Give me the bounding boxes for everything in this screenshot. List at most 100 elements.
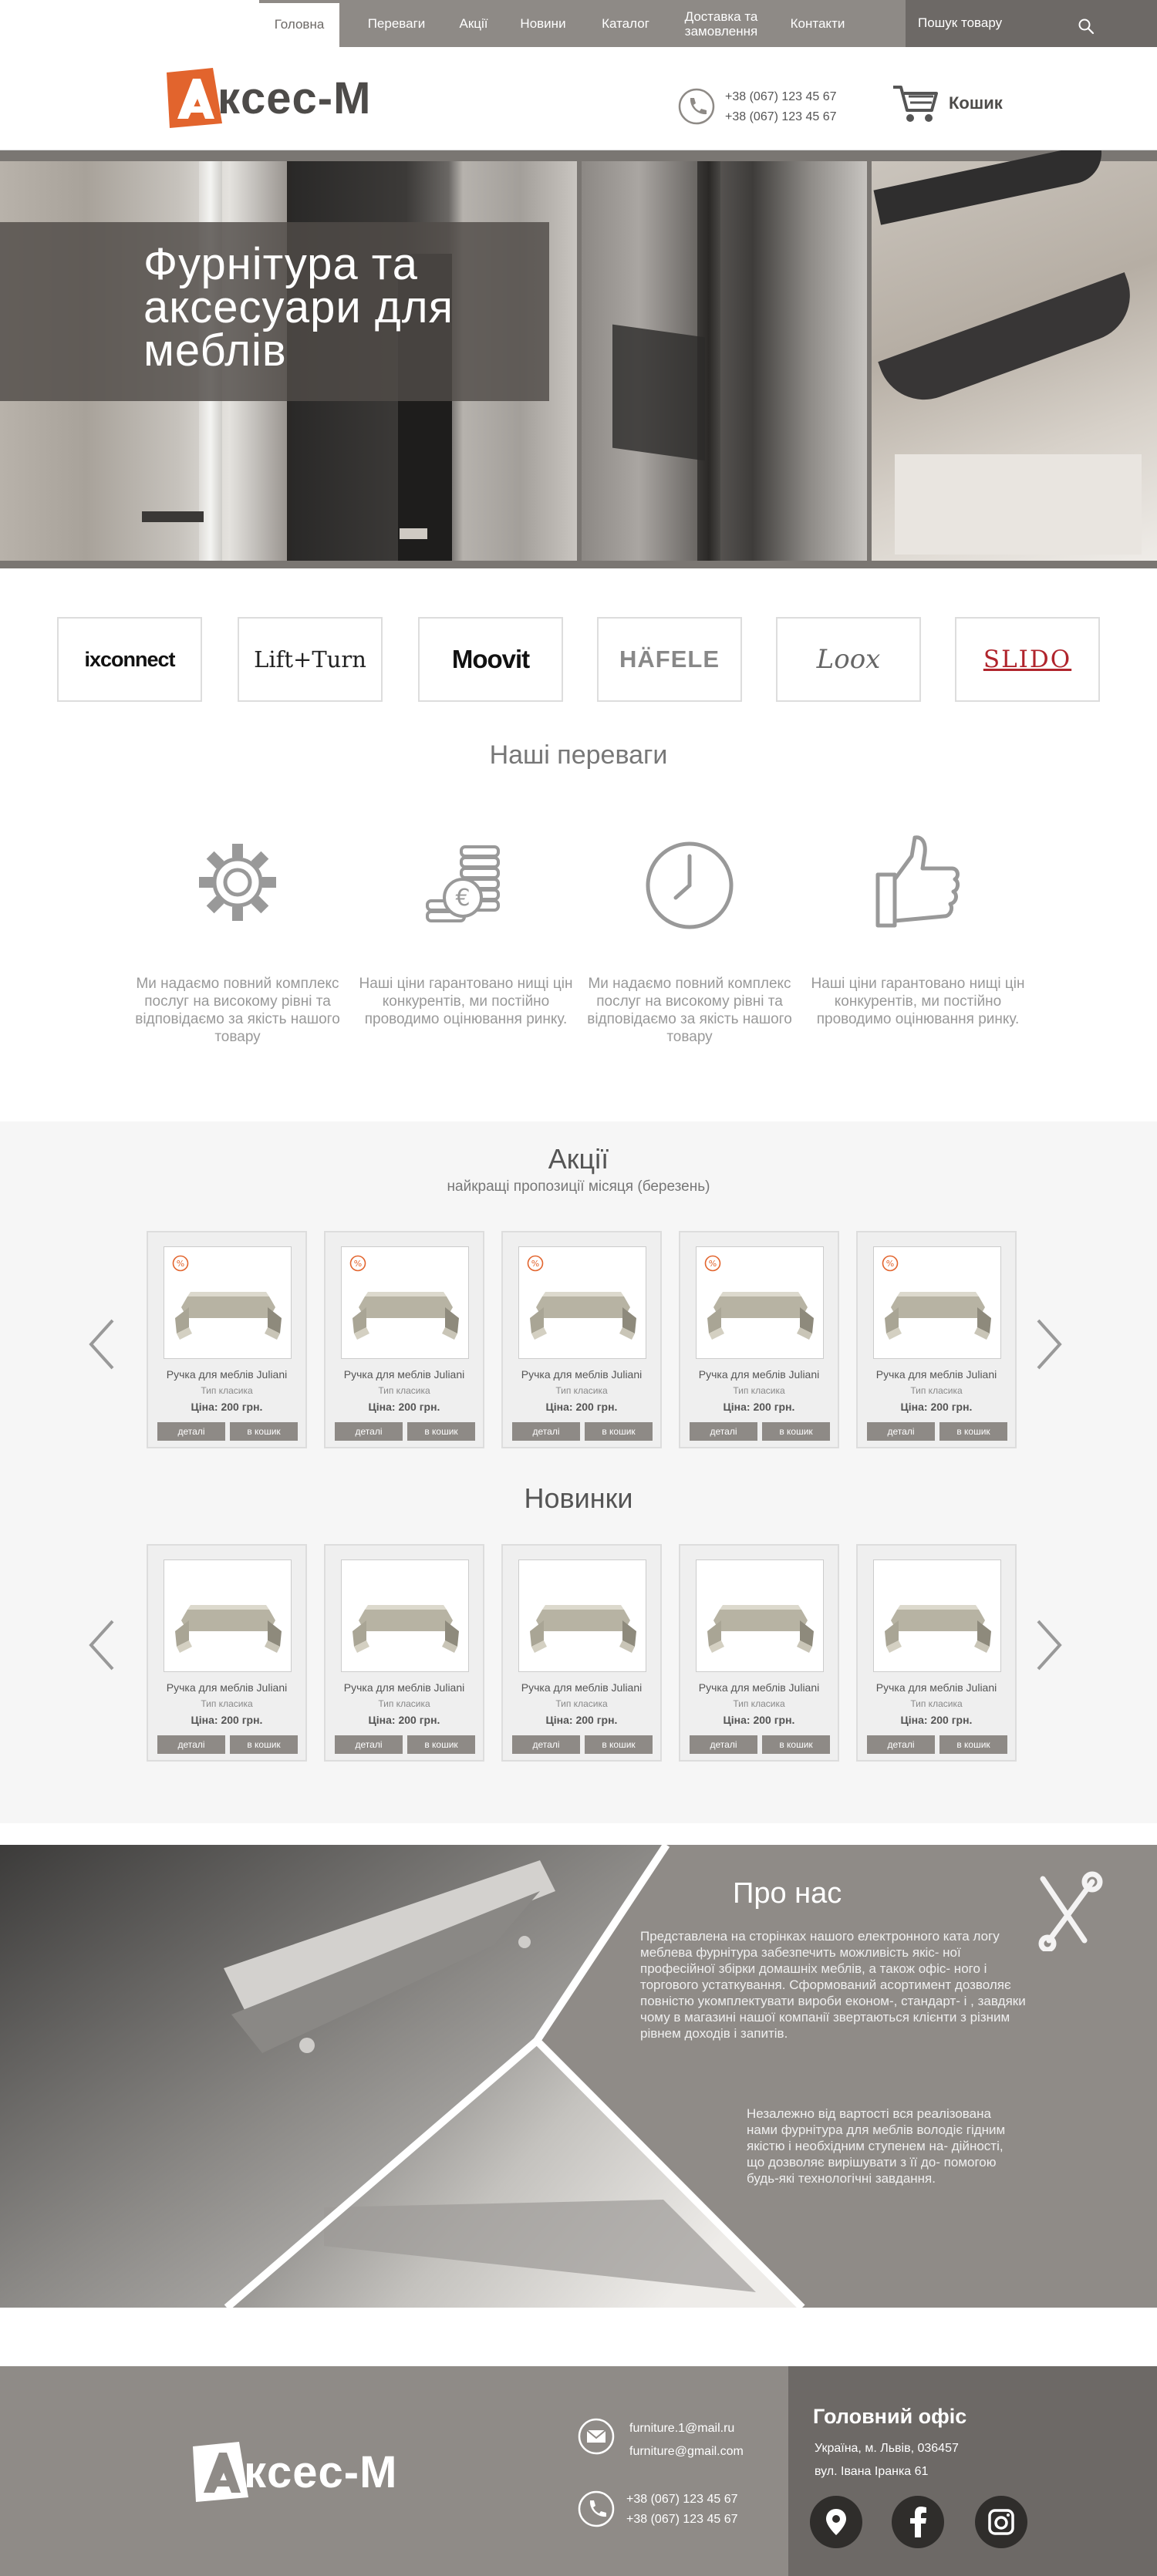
footer-logo-text: кcеc-M (244, 2446, 398, 2497)
product-type: Тип класика (733, 1385, 785, 1396)
logo-text: кcеc-M (218, 72, 372, 123)
news-prev-arrow-icon[interactable] (86, 1618, 117, 1672)
news-next-arrow-icon[interactable] (1034, 1618, 1064, 1672)
add-to-cart-button[interactable]: в кошик (939, 1422, 1007, 1441)
footer-phone-1[interactable]: +38 (067) 123 45 67 (626, 2490, 738, 2510)
brand-lift-turn-label: Lift+Turn (254, 646, 366, 673)
product-name[interactable]: Ручка для меблів Juliani (503, 1681, 660, 1694)
instagram-button[interactable] (975, 2496, 1027, 2548)
footer-email-1[interactable]: furniture.1@mail.ru (629, 2417, 744, 2440)
news-product-card[interactable]: Ручка для меблів Juliani Тип класика Ціна:… (679, 1544, 839, 1762)
product-image[interactable]: % (873, 1246, 1001, 1359)
news-product-card[interactable]: Ручка для меблів Juliani Тип класика Ціна:… (501, 1544, 662, 1762)
product-type: Тип класика (201, 1385, 253, 1396)
product-price: Ціна: 200 грн. (723, 1714, 795, 1726)
facebook-button[interactable] (892, 2496, 944, 2548)
hero-title: Фурнітура та аксесуари для меблів (143, 239, 454, 376)
sales-next-arrow-icon[interactable] (1034, 1317, 1064, 1371)
site-logo[interactable]: кcеc-M (167, 67, 371, 129)
brand-ixconnect[interactable]: ixconnect (57, 617, 202, 702)
product-name[interactable]: Ручка для меблів Juliani (503, 1368, 660, 1381)
news-product-card[interactable]: Ручка для меблів Juliani Тип класика Ціна:… (147, 1544, 307, 1762)
discount-badge-icon: % (172, 1255, 189, 1272)
product-details-button[interactable]: деталі (690, 1735, 757, 1754)
product-name[interactable]: Ручка для меблів Juliani (858, 1681, 1015, 1694)
product-details-button[interactable]: деталі (335, 1422, 403, 1441)
footer-phones: +38 (067) 123 45 67 +38 (067) 123 45 67 (626, 2490, 738, 2530)
product-price: Ціна: 200 грн. (545, 1401, 618, 1413)
product-image[interactable] (696, 1559, 824, 1672)
add-to-cart-button[interactable]: в кошик (585, 1735, 653, 1754)
brand-loox[interactable]: Loox (776, 617, 921, 702)
hero-photo-drawer-handles (872, 150, 1157, 561)
nav-item-news[interactable]: Новини (509, 0, 577, 47)
product-name[interactable]: Ручка для меблів Juliani (680, 1681, 838, 1694)
search-input[interactable] (918, 11, 1072, 35)
sales-prev-arrow-icon[interactable] (86, 1317, 117, 1371)
footer-email-2[interactable]: furniture@gmail.com (629, 2440, 744, 2463)
nav-item-contacts[interactable]: Контакти (781, 0, 855, 47)
add-to-cart-button[interactable]: в кошик (762, 1735, 830, 1754)
product-image[interactable]: % (341, 1246, 469, 1359)
brand-hafele[interactable]: HÄFELE (597, 617, 742, 702)
news-product-card[interactable]: Ручка для меблів Juliani Тип класика Ціна:… (324, 1544, 484, 1762)
footer-logo[interactable]: кcеc-M (193, 2442, 397, 2502)
add-to-cart-button[interactable]: в кошик (230, 1422, 298, 1441)
sales-product-card[interactable]: % Ручка для меблів Juliani Тип класика Ціна… (856, 1231, 1017, 1448)
sales-product-card[interactable]: % Ручка для меблів Juliani Тип класика Ціна… (147, 1231, 307, 1448)
product-name[interactable]: Ручка для меблів Juliani (326, 1368, 483, 1381)
office-address: Україна, м. Львів, 036457 вул. Івана Іра… (815, 2437, 959, 2483)
nav-item-home[interactable]: Головна (259, 3, 339, 50)
cart-label[interactable]: Кошик (949, 93, 1003, 113)
add-to-cart-button[interactable]: в кошик (762, 1422, 830, 1441)
handle-product-photo (530, 1605, 636, 1653)
product-image[interactable]: % (696, 1246, 824, 1359)
product-details-button[interactable]: деталі (157, 1422, 225, 1441)
product-details-button[interactable]: деталі (867, 1422, 935, 1441)
footer-phone-2[interactable]: +38 (067) 123 45 67 (626, 2510, 738, 2530)
add-to-cart-button[interactable]: в кошик (230, 1735, 298, 1754)
product-name[interactable]: Ручка для меблів Juliani (326, 1681, 483, 1694)
product-details-button[interactable]: деталі (867, 1735, 935, 1754)
product-image[interactable]: % (518, 1246, 646, 1359)
sales-title: Акції (548, 1143, 609, 1175)
sales-product-card[interactable]: % Ручка для меблів Juliani Тип класика Ціна… (324, 1231, 484, 1448)
product-details-button[interactable]: деталі (690, 1422, 757, 1441)
product-image[interactable] (518, 1559, 646, 1672)
brand-slido[interactable]: SLIDO (955, 617, 1100, 702)
add-to-cart-button[interactable]: в кошик (407, 1422, 475, 1441)
add-to-cart-button[interactable]: в кошик (407, 1735, 475, 1754)
product-details-button[interactable]: деталі (157, 1735, 225, 1754)
search-icon[interactable] (1077, 17, 1095, 35)
product-image[interactable] (164, 1559, 292, 1672)
header-phone-1[interactable]: +38 (067) 123 45 67 (725, 87, 837, 107)
nav-item-advantages[interactable]: Переваги (356, 0, 437, 47)
advantages-title: Наші переваги (489, 740, 668, 770)
brand-lift-turn[interactable]: Lift+Turn (238, 617, 383, 702)
product-details-button[interactable]: деталі (335, 1735, 403, 1754)
nav-item-delivery[interactable]: Доставка та замовлення (671, 0, 771, 47)
add-to-cart-button[interactable]: в кошик (939, 1735, 1007, 1754)
map-pin-button[interactable] (810, 2496, 862, 2548)
nav-item-sales[interactable]: Акції (446, 0, 501, 47)
sales-product-card[interactable]: % Ручка для меблів Juliani Тип класика Ціна… (501, 1231, 662, 1448)
brand-moovit[interactable]: Moovit (418, 617, 563, 702)
product-image[interactable] (341, 1559, 469, 1672)
header-phone-2[interactable]: +38 (067) 123 45 67 (725, 107, 837, 127)
product-name[interactable]: Ручка для меблів Juliani (858, 1368, 1015, 1381)
cart-icon[interactable] (892, 83, 939, 124)
site-footer: кcеc-M furniture.1@mail.ru furniture@gma… (0, 2366, 1157, 2576)
news-product-card[interactable]: Ручка для меблів Juliani Тип класика Ціна:… (856, 1544, 1017, 1762)
nav-item-catalog[interactable]: Каталог (588, 0, 663, 47)
sales-product-card[interactable]: % Ручка для меблів Juliani Тип класика Ціна… (679, 1231, 839, 1448)
handle-product-photo (707, 1605, 814, 1653)
product-name[interactable]: Ручка для меблів Juliani (148, 1681, 305, 1694)
product-details-button[interactable]: деталі (512, 1735, 580, 1754)
product-image[interactable] (873, 1559, 1001, 1672)
add-to-cart-button[interactable]: в кошик (585, 1422, 653, 1441)
product-name[interactable]: Ручка для меблів Juliani (148, 1368, 305, 1381)
product-details-button[interactable]: деталі (512, 1422, 580, 1441)
product-name[interactable]: Ручка для меблів Juliani (680, 1368, 838, 1381)
product-image[interactable]: % (164, 1246, 292, 1359)
product-type: Тип класика (910, 1698, 963, 1709)
